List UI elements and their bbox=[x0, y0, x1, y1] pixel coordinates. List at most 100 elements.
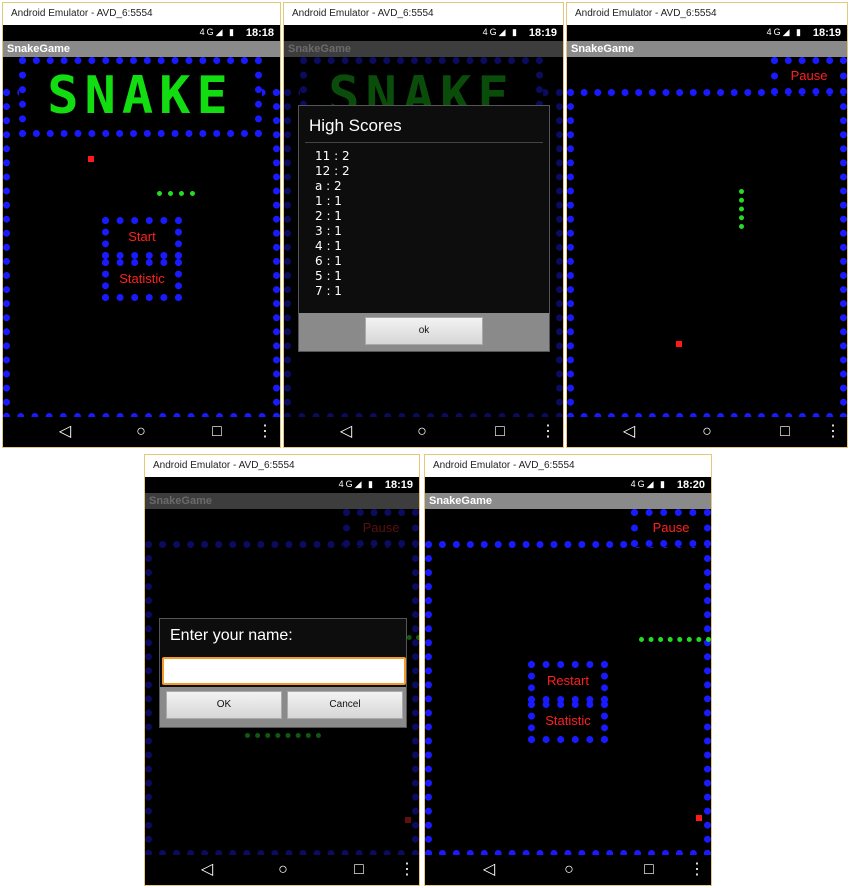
signal-battery-icon: 4G◢ ▮ bbox=[766, 27, 803, 37]
recents-icon[interactable]: □ bbox=[631, 855, 667, 885]
back-icon[interactable]: ◁ bbox=[471, 855, 507, 885]
game-canvas[interactable]: Pause bbox=[567, 57, 847, 420]
recents-icon[interactable]: □ bbox=[767, 417, 803, 447]
list-item: 3 : 1 bbox=[315, 224, 342, 238]
statistic-label: Statistic bbox=[119, 271, 165, 286]
pause-button[interactable]: Pause bbox=[771, 57, 847, 95]
emulator-window-menu: Android Emulator - AVD_6:5554 4G◢ ▮ 18:1… bbox=[2, 2, 281, 448]
status-bar: 4G◢ ▮ 18:20 bbox=[425, 477, 711, 493]
list-item: 12 : 2 bbox=[315, 164, 350, 178]
menu-icon[interactable]: ⋮ bbox=[247, 417, 280, 447]
start-button[interactable]: Start bbox=[102, 217, 182, 259]
list-item: a : 2 bbox=[315, 179, 342, 193]
high-scores-dialog: High Scores 11 : 2 12 : 2 a : 2 1 : 1 2 … bbox=[298, 105, 550, 352]
status-bar: 4G◢ ▮ 18:19 bbox=[284, 25, 563, 41]
statistic-button[interactable]: Statistic bbox=[102, 259, 182, 301]
snake-logo: SNAKE bbox=[47, 66, 234, 126]
dialog-title: Enter your name: bbox=[170, 627, 293, 644]
list-item: 6 : 1 bbox=[315, 254, 342, 268]
status-time: 18:19 bbox=[528, 27, 557, 39]
dialog-footer: ok bbox=[299, 313, 549, 351]
dialog-footer: OK Cancel bbox=[160, 687, 406, 727]
nav-bar: ◁ ○ □ ⋮ bbox=[425, 855, 711, 885]
list-item: 11 : 2 bbox=[315, 149, 350, 163]
menu-icon[interactable]: ⋮ bbox=[530, 417, 563, 447]
emulator-window-name-entry: Android Emulator - AVD_6:5554 4G◢ ▮ 18:1… bbox=[144, 454, 420, 886]
divider bbox=[305, 142, 543, 143]
window-title: Android Emulator - AVD_6:5554 bbox=[425, 455, 711, 477]
back-icon[interactable]: ◁ bbox=[328, 417, 364, 447]
window-title: Android Emulator - AVD_6:5554 bbox=[567, 3, 847, 25]
list-item: 4 : 1 bbox=[315, 239, 342, 253]
pause-label: Pause bbox=[362, 520, 400, 535]
list-item: 2 : 1 bbox=[315, 209, 342, 223]
app-title: SnakeGame bbox=[145, 493, 419, 509]
status-time: 18:19 bbox=[812, 27, 841, 39]
back-icon[interactable]: ◁ bbox=[611, 417, 647, 447]
status-time: 18:20 bbox=[676, 479, 705, 491]
status-bar: 4G◢ ▮ 18:18 bbox=[3, 25, 280, 41]
home-icon[interactable]: ○ bbox=[123, 417, 159, 447]
home-icon[interactable]: ○ bbox=[404, 417, 440, 447]
status-bar: 4G◢ ▮ 18:19 bbox=[567, 25, 847, 41]
emulator-window-game-over: Android Emulator - AVD_6:5554 4G◢ ▮ 18:2… bbox=[424, 454, 712, 886]
menu-icon[interactable]: ⋮ bbox=[815, 417, 847, 447]
home-icon[interactable]: ○ bbox=[689, 417, 725, 447]
window-title: Android Emulator - AVD_6:5554 bbox=[284, 3, 563, 25]
recents-icon[interactable]: □ bbox=[482, 417, 518, 447]
signal-battery-icon: 4G◢ ▮ bbox=[630, 479, 667, 489]
ok-button[interactable]: ok bbox=[365, 317, 483, 345]
nav-bar: ◁ ○ □ ⋮ bbox=[567, 417, 847, 447]
status-time: 18:18 bbox=[245, 27, 274, 39]
nav-bar: ◁ ○ □ ⋮ bbox=[284, 417, 563, 447]
snake-body bbox=[639, 637, 711, 647]
status-bar: 4G◢ ▮ 18:19 bbox=[145, 477, 419, 493]
snake-body bbox=[739, 189, 749, 229]
menu-icon[interactable]: ⋮ bbox=[679, 855, 711, 885]
restart-button[interactable]: Restart bbox=[528, 661, 608, 703]
game-border bbox=[567, 89, 847, 420]
recents-icon[interactable]: □ bbox=[199, 417, 235, 447]
signal-battery-icon: 4G◢ ▮ bbox=[199, 27, 236, 37]
name-dialog: Enter your name: OK Cancel bbox=[159, 618, 407, 728]
food-pellet bbox=[696, 815, 702, 821]
statistic-label: Statistic bbox=[545, 713, 591, 728]
name-input[interactable] bbox=[162, 657, 406, 685]
snake-body bbox=[157, 191, 195, 201]
list-item: 5 : 1 bbox=[315, 269, 342, 283]
score-list: 11 : 2 12 : 2 a : 2 1 : 1 2 : 1 3 : 1 4 … bbox=[315, 149, 549, 299]
snake-body bbox=[245, 733, 321, 743]
ok-button[interactable]: OK bbox=[166, 691, 282, 719]
emulator-window-gameplay: Android Emulator - AVD_6:5554 4G◢ ▮ 18:1… bbox=[566, 2, 848, 448]
recents-icon[interactable]: □ bbox=[341, 855, 377, 885]
home-icon[interactable]: ○ bbox=[265, 855, 301, 885]
app-title: SnakeGame bbox=[284, 41, 563, 57]
pause-button: Pause bbox=[343, 509, 419, 547]
app-title: SnakeGame bbox=[425, 493, 711, 509]
game-canvas[interactable]: Pause Restart Statistic bbox=[425, 509, 711, 857]
nav-bar: ◁ ○ □ ⋮ bbox=[145, 855, 419, 885]
app-title: SnakeGame bbox=[3, 41, 280, 57]
list-item: 1 : 1 bbox=[315, 194, 342, 208]
game-canvas[interactable]: SNAKE Start Statistic bbox=[3, 57, 280, 420]
back-icon[interactable]: ◁ bbox=[47, 417, 83, 447]
food-pellet bbox=[88, 156, 94, 162]
window-title: Android Emulator - AVD_6:5554 bbox=[145, 455, 419, 477]
menu-icon[interactable]: ⋮ bbox=[389, 855, 419, 885]
home-icon[interactable]: ○ bbox=[551, 855, 587, 885]
window-title: Android Emulator - AVD_6:5554 bbox=[3, 3, 280, 25]
cancel-button[interactable]: Cancel bbox=[287, 691, 403, 719]
signal-battery-icon: 4G◢ ▮ bbox=[338, 479, 375, 489]
pause-button[interactable]: Pause bbox=[631, 509, 711, 547]
emulator-window-highscores: Android Emulator - AVD_6:5554 4G◢ ▮ 18:1… bbox=[283, 2, 564, 448]
restart-label: Restart bbox=[547, 673, 589, 688]
back-icon[interactable]: ◁ bbox=[189, 855, 225, 885]
app-title: SnakeGame bbox=[567, 41, 847, 57]
food-pellet bbox=[405, 817, 411, 823]
nav-bar: ◁ ○ □ ⋮ bbox=[3, 417, 280, 447]
pause-label: Pause bbox=[652, 520, 690, 535]
start-label: Start bbox=[128, 229, 156, 244]
statistic-button[interactable]: Statistic bbox=[528, 701, 608, 743]
signal-battery-icon: 4G◢ ▮ bbox=[482, 27, 519, 37]
dialog-title: High Scores bbox=[309, 116, 402, 135]
